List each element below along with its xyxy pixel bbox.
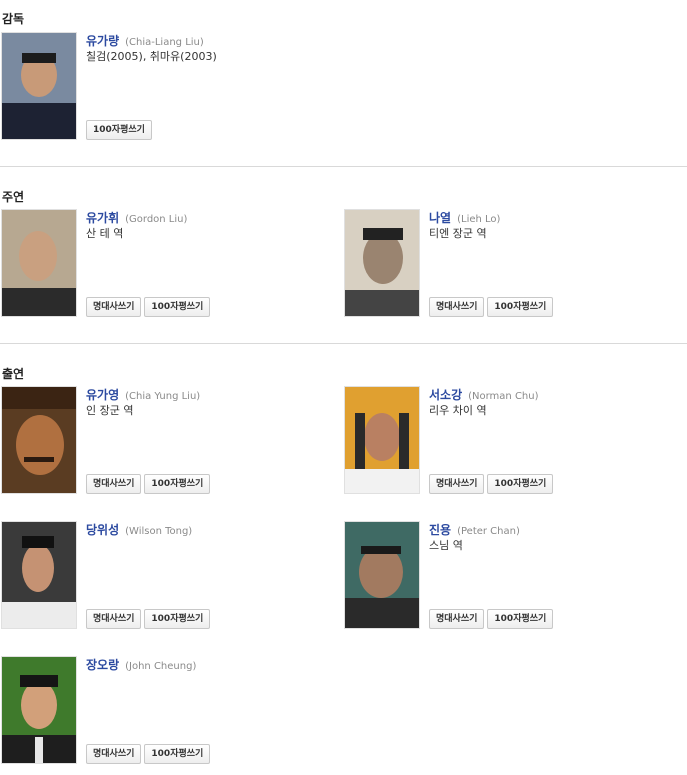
write-review-button[interactable]: 100자평쓰기	[144, 474, 211, 494]
person-role: 산 테 역	[86, 227, 124, 240]
person-name-link[interactable]: 당위성	[86, 523, 119, 537]
person-english-name: (Wilson Tong)	[125, 526, 193, 537]
person-english-name: (Gordon Liu)	[125, 214, 188, 225]
write-review-button[interactable]: 100자평쓰기	[144, 744, 211, 764]
person-name-link[interactable]: 유가영	[86, 388, 119, 402]
person-photo[interactable]	[344, 209, 420, 317]
person-card-supporting-3: 당위성 (Wilson Tong) 명대사쓰기 100자평쓰기	[1, 521, 301, 629]
person-name-link[interactable]: 장오랑	[86, 658, 119, 672]
person-role: 리우 차이 역	[429, 404, 487, 417]
write-quote-button[interactable]: 명대사쓰기	[429, 297, 485, 317]
write-quote-button[interactable]: 명대사쓰기	[86, 474, 142, 494]
person-english-name: (Lieh Lo)	[457, 214, 501, 225]
person-name-link[interactable]: 진용	[429, 523, 451, 537]
person-card-supporting-1: 유가영 (Chia Yung Liu) 인 장군 역 명대사쓰기 100자평쓰기	[1, 386, 301, 494]
write-quote-button[interactable]: 명대사쓰기	[86, 609, 142, 629]
person-english-name: (Chia-Liang Liu)	[125, 37, 204, 48]
person-name-link[interactable]: 유가량	[86, 34, 119, 48]
section-title-director: 감독	[2, 12, 25, 26]
write-quote-button[interactable]: 명대사쓰기	[86, 744, 142, 764]
write-review-button[interactable]: 100자평쓰기	[144, 609, 211, 629]
person-name-link[interactable]: 유가휘	[86, 211, 119, 225]
section-divider	[0, 343, 687, 344]
person-name-link[interactable]: 나열	[429, 211, 451, 225]
person-photo[interactable]	[1, 209, 77, 317]
section-divider	[0, 166, 687, 167]
person-photo[interactable]	[1, 32, 77, 140]
write-review-button[interactable]: 100자평쓰기	[487, 609, 554, 629]
write-quote-button[interactable]: 명대사쓰기	[429, 474, 485, 494]
person-photo[interactable]	[1, 521, 77, 629]
person-photo[interactable]	[344, 386, 420, 494]
person-card-director: 유가량 (Chia-Liang Liu) 칠검(2005), 취마유(2003) …	[1, 32, 301, 140]
write-review-button[interactable]: 100자평쓰기	[487, 474, 554, 494]
person-card-supporting-5: 장오랑 (John Cheung) 명대사쓰기 100자평쓰기	[1, 656, 301, 764]
person-role: 스님 역	[429, 539, 463, 552]
section-title-supporting: 출연	[2, 367, 25, 381]
write-review-button[interactable]: 100자평쓰기	[86, 120, 152, 140]
person-card-lead-1: 유가휘 (Gordon Liu) 산 테 역 명대사쓰기 100자평쓰기	[1, 209, 301, 317]
write-review-button[interactable]: 100자평쓰기	[487, 297, 554, 317]
person-english-name: (Peter Chan)	[457, 526, 520, 537]
section-title-lead: 주연	[2, 190, 25, 204]
person-photo[interactable]	[1, 386, 77, 494]
person-english-name: (John Cheung)	[125, 661, 197, 672]
write-quote-button[interactable]: 명대사쓰기	[86, 297, 142, 317]
person-english-name: (Norman Chu)	[468, 391, 539, 402]
person-card-supporting-2: 서소강 (Norman Chu) 리우 차이 역 명대사쓰기 100자평쓰기	[344, 386, 644, 494]
person-role: 인 장군 역	[86, 404, 134, 417]
person-card-supporting-4: 진용 (Peter Chan) 스님 역 명대사쓰기 100자평쓰기	[344, 521, 644, 629]
person-photo[interactable]	[344, 521, 420, 629]
person-role: 티엔 장군 역	[429, 227, 487, 240]
person-card-lead-2: 나열 (Lieh Lo) 티엔 장군 역 명대사쓰기 100자평쓰기	[344, 209, 644, 317]
person-name-link[interactable]: 서소강	[429, 388, 462, 402]
write-review-button[interactable]: 100자평쓰기	[144, 297, 211, 317]
person-photo[interactable]	[1, 656, 77, 764]
person-english-name: (Chia Yung Liu)	[125, 391, 201, 402]
person-filmography: 칠검(2005), 취마유(2003)	[86, 50, 217, 63]
write-quote-button[interactable]: 명대사쓰기	[429, 609, 485, 629]
